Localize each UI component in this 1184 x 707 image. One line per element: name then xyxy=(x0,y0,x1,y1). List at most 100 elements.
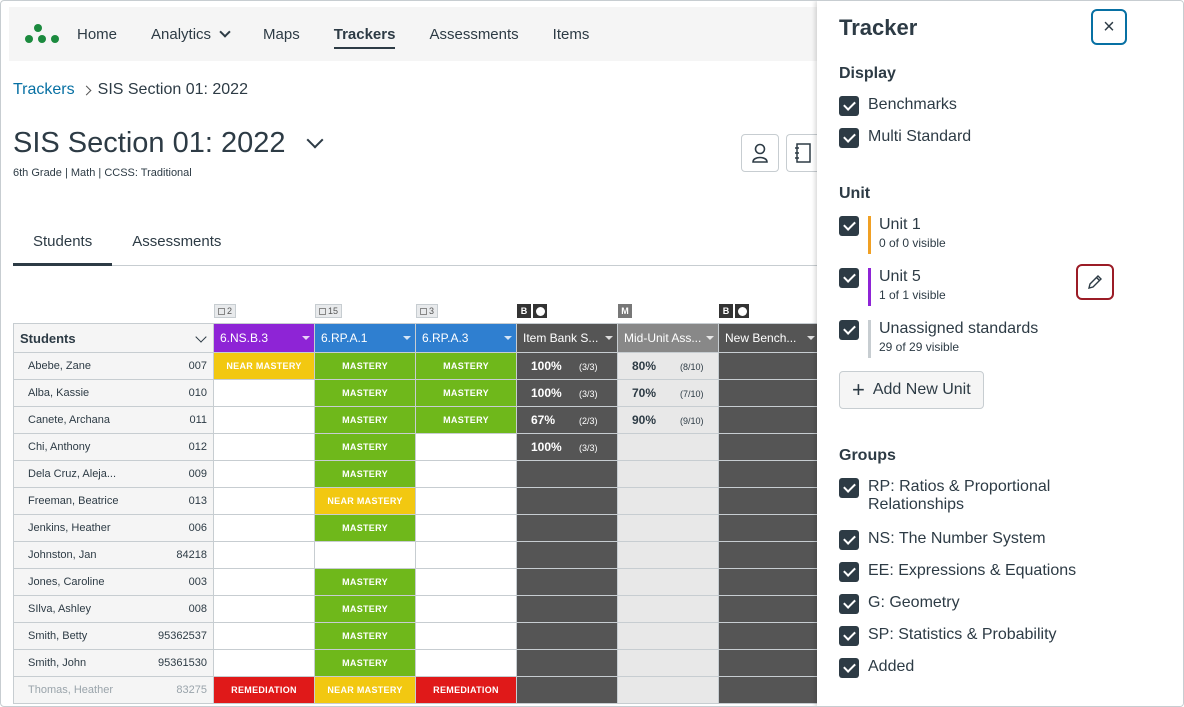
student-name-cell[interactable]: SIlva, Ashley 008 xyxy=(13,595,214,623)
item-bank-score-cell[interactable] xyxy=(516,541,618,569)
group-ee-checkbox[interactable]: EE: Expressions & Equations xyxy=(839,562,1076,582)
mastery-cell[interactable] xyxy=(213,595,315,623)
mid-unit-score-cell[interactable] xyxy=(617,514,719,542)
mastery-cell[interactable]: NEAR MASTERY xyxy=(314,676,416,704)
mid-unit-score-cell[interactable] xyxy=(617,568,719,596)
mastery-cell[interactable] xyxy=(213,460,315,488)
mastery-cell[interactable]: MASTERY xyxy=(415,406,517,434)
mid-unit-score-cell[interactable] xyxy=(617,595,719,623)
column-header[interactable]: Item Bank S... xyxy=(516,323,618,353)
mastery-cell[interactable]: MASTERY xyxy=(314,379,416,407)
new-benchmark-cell[interactable] xyxy=(718,595,820,623)
mastery-cell[interactable]: MASTERY xyxy=(415,379,517,407)
new-benchmark-cell[interactable] xyxy=(718,352,820,380)
student-name-cell[interactable]: Abebe, Zane 007 xyxy=(13,352,214,380)
new-benchmark-cell[interactable] xyxy=(718,649,820,677)
student-view-button[interactable] xyxy=(741,134,779,172)
mastery-cell[interactable]: REMEDIATION xyxy=(213,676,315,704)
new-benchmark-cell[interactable] xyxy=(718,541,820,569)
item-bank-score-cell[interactable]: 67% (2/3) xyxy=(516,406,618,434)
app-logo-icon[interactable] xyxy=(25,22,59,46)
mastery-cell[interactable] xyxy=(213,514,315,542)
mastery-cell[interactable]: MASTERY xyxy=(314,568,416,596)
mastery-cell[interactable] xyxy=(415,541,517,569)
new-benchmark-cell[interactable] xyxy=(718,460,820,488)
student-name-cell[interactable]: Thomas, Heather 83275 xyxy=(13,676,214,704)
mastery-cell[interactable]: MASTERY xyxy=(314,433,416,461)
new-benchmark-cell[interactable] xyxy=(718,433,820,461)
group-ns-checkbox[interactable]: NS: The Number System xyxy=(839,530,1046,550)
column-header[interactable]: 6.RP.A.1 xyxy=(314,323,416,353)
column-header[interactable]: New Bench... xyxy=(718,323,820,353)
item-bank-score-cell[interactable]: 100% (3/3) xyxy=(516,352,618,380)
student-name-cell[interactable]: Smith, Betty 95362537 xyxy=(13,622,214,650)
item-bank-score-cell[interactable] xyxy=(516,514,618,542)
column-header[interactable]: 6.RP.A.3 xyxy=(415,323,517,353)
mastery-cell[interactable] xyxy=(314,541,416,569)
nav-trackers[interactable]: Trackers xyxy=(333,7,395,61)
item-bank-score-cell[interactable] xyxy=(516,487,618,515)
item-bank-score-cell[interactable]: 100% (3/3) xyxy=(516,433,618,461)
mid-unit-score-cell[interactable] xyxy=(617,676,719,704)
mid-unit-score-cell[interactable] xyxy=(617,433,719,461)
edit-unit-button[interactable] xyxy=(1076,264,1114,300)
unit-1-checkbox[interactable]: Unit 1 0 of 0 visible xyxy=(839,216,946,254)
student-name-cell[interactable]: Smith, John 95361530 xyxy=(13,649,214,677)
student-name-cell[interactable]: Dela Cruz, Aleja... 009 xyxy=(13,460,214,488)
student-name-cell[interactable]: Freeman, Beatrice 013 xyxy=(13,487,214,515)
nav-assessments[interactable]: Assessments xyxy=(429,7,518,61)
new-benchmark-cell[interactable] xyxy=(718,379,820,407)
mastery-cell[interactable] xyxy=(415,433,517,461)
page-title[interactable]: SIS Section 01: 2022 xyxy=(13,127,324,160)
mastery-cell[interactable]: NEAR MASTERY xyxy=(213,352,315,380)
mastery-cell[interactable] xyxy=(213,622,315,650)
student-name-cell[interactable]: Chi, Anthony 012 xyxy=(13,433,214,461)
new-benchmark-cell[interactable] xyxy=(718,676,820,704)
close-button[interactable]: × xyxy=(1091,9,1127,45)
student-name-cell[interactable]: Jenkins, Heather 006 xyxy=(13,514,214,542)
mastery-cell[interactable]: MASTERY xyxy=(415,352,517,380)
unit-5-checkbox[interactable]: Unit 5 1 of 1 visible xyxy=(839,268,946,306)
mastery-cell[interactable] xyxy=(415,622,517,650)
mastery-cell[interactable] xyxy=(213,406,315,434)
tab-assessments[interactable]: Assessments xyxy=(112,225,241,266)
student-name-cell[interactable]: Johnston, Jan 84218 xyxy=(13,541,214,569)
mid-unit-score-cell[interactable] xyxy=(617,460,719,488)
mastery-cell[interactable] xyxy=(415,649,517,677)
display-multi-standard-checkbox[interactable]: Multi Standard xyxy=(839,128,971,148)
mastery-cell[interactable]: MASTERY xyxy=(314,460,416,488)
column-header[interactable]: Mid-Unit Ass... xyxy=(617,323,719,353)
breadcrumb-trackers-link[interactable]: Trackers xyxy=(13,81,75,99)
nav-maps[interactable]: Maps xyxy=(263,7,300,61)
item-bank-score-cell[interactable] xyxy=(516,568,618,596)
column-header[interactable]: 6.NS.B.3 xyxy=(213,323,315,353)
mastery-cell[interactable] xyxy=(415,568,517,596)
mastery-cell[interactable] xyxy=(213,379,315,407)
notebook-button[interactable] xyxy=(786,134,818,172)
mid-unit-score-cell[interactable] xyxy=(617,487,719,515)
mastery-cell[interactable]: REMEDIATION xyxy=(415,676,517,704)
student-name-cell[interactable]: Alba, Kassie 010 xyxy=(13,379,214,407)
nav-analytics[interactable]: Analytics xyxy=(151,7,231,61)
mastery-cell[interactable]: MASTERY xyxy=(314,649,416,677)
mastery-cell[interactable] xyxy=(213,433,315,461)
nav-items[interactable]: Items xyxy=(553,7,590,61)
group-sp-checkbox[interactable]: SP: Statistics & Probability xyxy=(839,626,1057,646)
mastery-cell[interactable] xyxy=(213,568,315,596)
mastery-cell[interactable] xyxy=(415,514,517,542)
mastery-cell[interactable]: NEAR MASTERY xyxy=(314,487,416,515)
mid-unit-score-cell[interactable] xyxy=(617,541,719,569)
new-benchmark-cell[interactable] xyxy=(718,487,820,515)
mastery-cell[interactable] xyxy=(415,460,517,488)
mid-unit-score-cell[interactable]: 90% (9/10) xyxy=(617,406,719,434)
mid-unit-score-cell[interactable]: 80% (8/10) xyxy=(617,352,719,380)
tab-students[interactable]: Students xyxy=(13,225,113,266)
display-benchmarks-checkbox[interactable]: Benchmarks xyxy=(839,96,957,116)
mastery-cell[interactable] xyxy=(213,541,315,569)
new-benchmark-cell[interactable] xyxy=(718,514,820,542)
mastery-cell[interactable]: MASTERY xyxy=(314,352,416,380)
item-bank-score-cell[interactable] xyxy=(516,649,618,677)
mid-unit-score-cell[interactable] xyxy=(617,622,719,650)
mastery-cell[interactable] xyxy=(213,487,315,515)
mid-unit-score-cell[interactable] xyxy=(617,649,719,677)
